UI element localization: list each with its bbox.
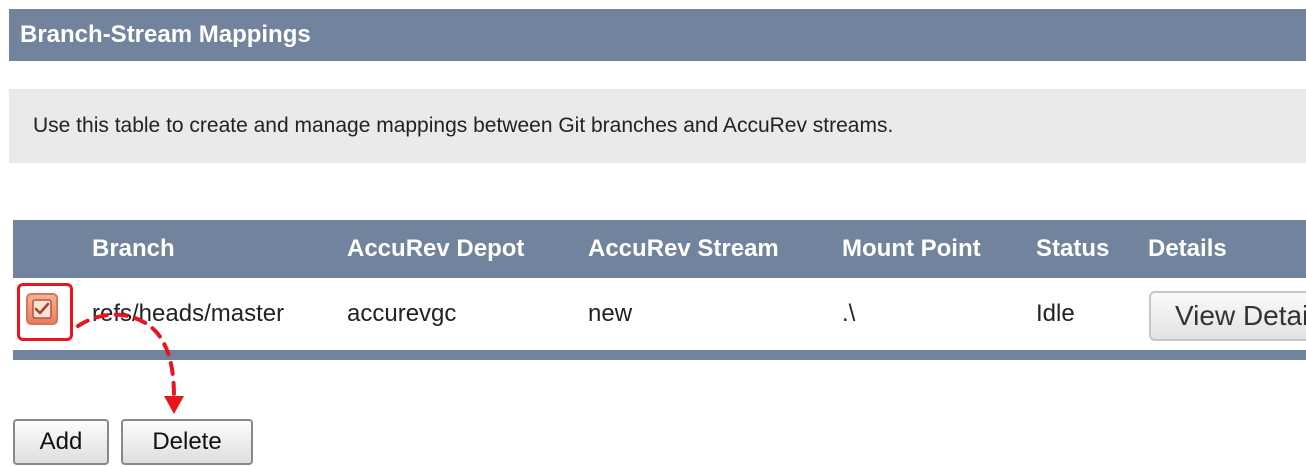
annotation-arrow-icon [76, 312, 184, 414]
